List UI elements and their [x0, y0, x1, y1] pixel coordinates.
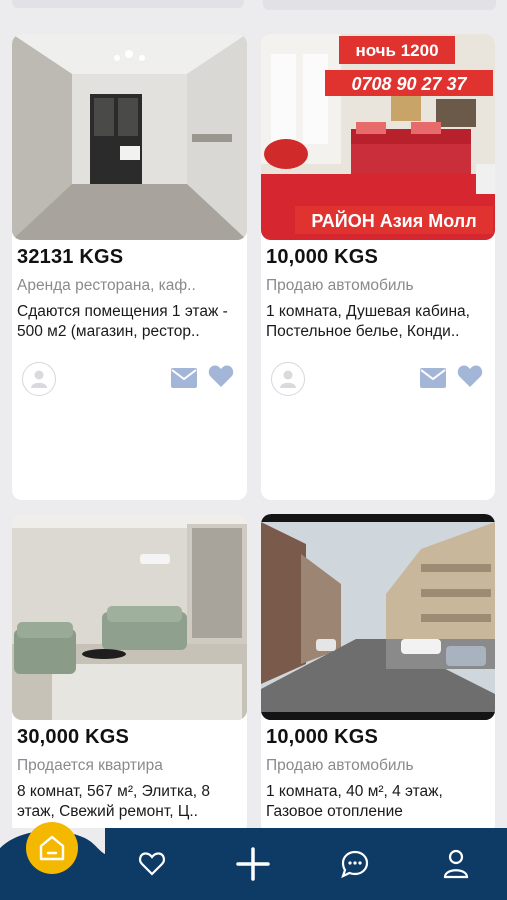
listing-card[interactable]: ночь 1200 0708 90 27 37 РАЙОН Азия Молл … — [261, 34, 495, 500]
status-bar-left — [12, 0, 244, 8]
nav-favorites[interactable] — [132, 844, 172, 884]
mail-icon[interactable] — [420, 368, 446, 388]
listing-card[interactable]: 32131 KGS Аренда ресторана, каф.. Сдаютс… — [12, 34, 247, 500]
heart-icon[interactable] — [208, 364, 234, 388]
listing-price: 10,000 KGS — [266, 246, 379, 268]
user-avatar-icon[interactable] — [22, 362, 56, 396]
listing-card[interactable]: 30,000 KGS Продается квартира 8 комнат, … — [12, 514, 247, 834]
listing-photo[interactable]: ночь 1200 0708 90 27 37 РАЙОН Азия Молл — [261, 34, 495, 240]
listing-description: 1 комната, 40 м², 4 этаж, Газовое отопле… — [266, 783, 443, 820]
listing-price: 10,000 KGS — [266, 726, 379, 748]
status-bar-right — [263, 0, 496, 10]
listing-category: Продаю автомобиль — [266, 757, 414, 774]
photo-overlay-price: ночь 1200 — [355, 41, 438, 60]
heart-icon[interactable] — [457, 364, 483, 388]
listing-price: 30,000 KGS — [17, 726, 130, 748]
nav-add[interactable] — [233, 844, 273, 884]
listing-category: Аренда ресторана, каф.. — [17, 277, 196, 294]
listing-description: Сдаются помещения 1 этаж - 500 м2 (магаз… — [17, 303, 228, 340]
chat-icon — [341, 850, 369, 879]
listing-category: Продается квартира — [17, 757, 163, 774]
plus-icon — [236, 847, 270, 881]
listing-description: 1 комната, Душевая кабина, Постельное бе… — [266, 303, 470, 340]
nav-home-button[interactable] — [26, 822, 78, 874]
heart-icon — [139, 852, 165, 876]
nav-messages[interactable] — [335, 844, 375, 884]
photo-overlay-location: РАЙОН Азия Молл — [311, 210, 476, 231]
listing-price: 32131 KGS — [17, 246, 124, 268]
mail-icon[interactable] — [171, 368, 197, 388]
listing-category: Продаю автомобиль — [266, 277, 414, 294]
profile-icon — [443, 849, 469, 879]
home-icon — [39, 835, 65, 861]
listing-photo[interactable] — [12, 514, 247, 720]
status-bar — [0, 0, 507, 18]
listing-card[interactable]: 10,000 KGS Продаю автомобиль 1 комната, … — [261, 514, 495, 834]
user-avatar-icon[interactable] — [271, 362, 305, 396]
listing-description: 8 комнат, 567 м², Элитка, 8 этаж, Свежий… — [17, 783, 210, 820]
listing-photo[interactable] — [261, 514, 495, 720]
photo-overlay-phone: 0708 90 27 37 — [351, 74, 467, 94]
listing-photo[interactable] — [12, 34, 247, 240]
nav-profile[interactable] — [436, 844, 476, 884]
